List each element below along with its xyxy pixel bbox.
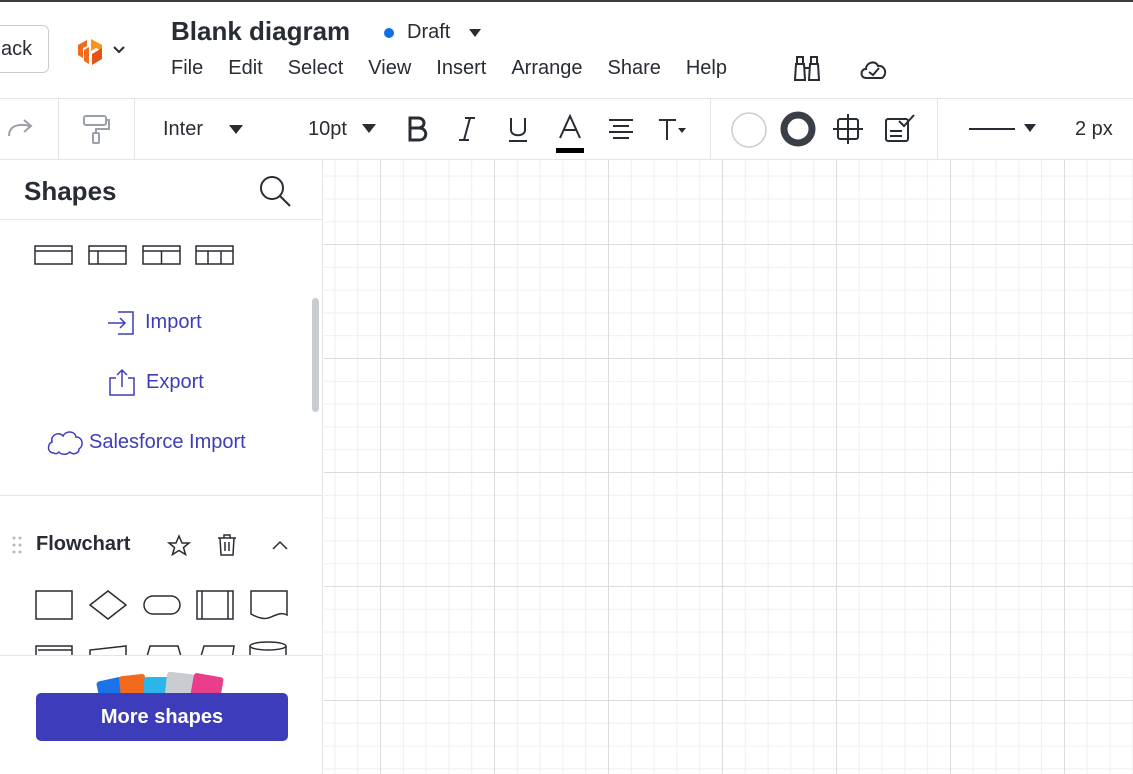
menu-select[interactable]: Select (288, 57, 344, 80)
star-icon[interactable] (167, 534, 191, 556)
table-shape-1[interactable] (34, 244, 74, 266)
diagram-canvas[interactable] (324, 160, 1133, 774)
menu-arrange[interactable]: Arrange (511, 57, 582, 80)
back-button[interactable]: ack (0, 25, 49, 73)
more-shapes-button[interactable]: More shapes (36, 693, 288, 741)
document-shape[interactable] (249, 588, 289, 622)
menu-edit[interactable]: Edit (228, 57, 262, 80)
table-shape-2[interactable] (88, 244, 128, 266)
menu-help[interactable]: Help (686, 57, 727, 80)
flowchart-section-title[interactable]: Flowchart (36, 533, 130, 556)
crop-icon[interactable] (832, 113, 864, 145)
text-options-icon[interactable] (656, 116, 690, 142)
bold-icon[interactable] (404, 115, 430, 143)
salesforce-cloud-icon[interactable] (46, 428, 84, 456)
toolbar-divider (134, 99, 135, 159)
binoculars-icon[interactable] (792, 54, 824, 84)
document-title[interactable]: Blank diagram (171, 16, 350, 47)
trash-icon[interactable] (216, 533, 238, 557)
line-style-icon[interactable] (968, 121, 1038, 137)
shapes-panel: Shapes Import Export Salesforce Import F… (0, 160, 323, 774)
status-dot (384, 28, 394, 38)
toolbar-divider (58, 99, 59, 159)
caret-down-icon[interactable] (469, 29, 481, 37)
chevron-down-icon[interactable] (112, 45, 126, 55)
panel-divider (0, 495, 322, 496)
toolbar-divider (710, 99, 711, 159)
line-color-icon[interactable] (779, 110, 817, 148)
drag-handle-icon[interactable] (11, 535, 23, 555)
export-link[interactable]: Export (146, 371, 204, 394)
menu-file[interactable]: File (171, 57, 203, 80)
toolbar: Inter 10pt 2 px (0, 98, 1133, 160)
italic-icon[interactable] (456, 115, 478, 143)
table-shape-3[interactable] (142, 244, 182, 266)
process-shape[interactable] (34, 588, 74, 622)
cloud-check-icon[interactable] (858, 54, 890, 84)
format-painter-icon[interactable] (80, 113, 112, 145)
caret-down-icon[interactable] (229, 125, 243, 134)
export-icon[interactable] (107, 367, 137, 397)
toolbar-divider (937, 99, 938, 159)
terminator-shape[interactable] (142, 588, 182, 622)
line-width-input[interactable]: 2 px (1075, 118, 1113, 141)
import-link[interactable]: Import (145, 311, 202, 334)
font-size-select[interactable]: 10pt (308, 118, 347, 141)
panel-scrollbar[interactable] (312, 298, 319, 412)
font-family-select[interactable]: Inter (163, 118, 203, 141)
table-shape-4[interactable] (195, 244, 235, 266)
text-color-icon[interactable] (555, 113, 585, 155)
import-icon[interactable] (106, 310, 136, 336)
more-shapes-area: More shapes (0, 655, 322, 774)
menu-insert[interactable]: Insert (436, 57, 486, 80)
status-label[interactable]: Draft (407, 21, 450, 44)
conditional-format-icon[interactable] (883, 113, 917, 145)
underline-icon[interactable] (506, 115, 530, 143)
predefined-process-shape[interactable] (195, 588, 235, 622)
lucid-logo-icon[interactable] (75, 36, 105, 68)
window-top-border (0, 0, 1133, 2)
panel-title: Shapes (24, 176, 117, 206)
menu-bar: File Edit Select View Insert Arrange Sha… (171, 57, 752, 80)
redo-icon[interactable] (6, 116, 36, 142)
panel-divider (0, 219, 322, 220)
fill-color-icon[interactable] (730, 111, 768, 149)
align-icon[interactable] (607, 117, 635, 141)
caret-down-icon[interactable] (362, 124, 376, 133)
salesforce-import-link[interactable]: Salesforce Import (89, 431, 246, 454)
menu-share[interactable]: Share (607, 57, 660, 80)
chevron-up-icon[interactable] (270, 538, 290, 552)
menu-view[interactable]: View (368, 57, 411, 80)
decision-shape[interactable] (87, 588, 129, 622)
search-icon[interactable] (258, 174, 292, 208)
